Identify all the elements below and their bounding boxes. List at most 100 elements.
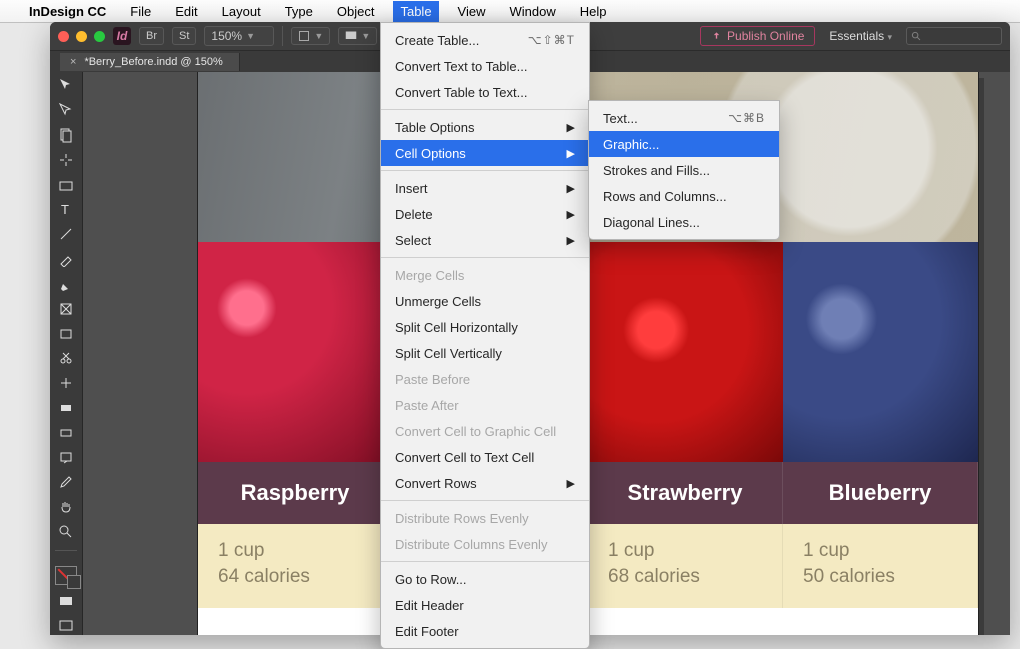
menu-item-label: Merge Cells <box>395 268 464 283</box>
maximize-button[interactable] <box>94 31 105 42</box>
view-options-button[interactable]: ▼ <box>291 27 330 45</box>
table-header-cell[interactable]: Strawberry <box>588 462 783 524</box>
close-tab-icon[interactable]: × <box>70 56 76 68</box>
type-tool[interactable]: T <box>53 200 79 219</box>
rectangle-tool[interactable] <box>53 324 79 343</box>
search-icon <box>911 31 922 42</box>
menu-item-label: Graphic... <box>603 137 659 152</box>
menu-separator <box>381 500 589 501</box>
chevron-down-icon: ▾ <box>887 32 892 42</box>
menu-item-label: Edit Footer <box>395 624 459 639</box>
menu-shortcut: ⌥⌘B <box>728 111 765 125</box>
content-collector-tool[interactable] <box>53 175 79 194</box>
menu-item-label: Text... <box>603 111 638 126</box>
cell-options-submenu: Text... ⌥⌘B Graphic... Strokes and Fills...… <box>588 100 780 240</box>
menu-item-label: Split Cell Vertically <box>395 346 502 361</box>
menu-item-label: Split Cell Horizontally <box>395 320 518 335</box>
menu-table[interactable]: Table <box>393 1 438 22</box>
direct-selection-tool[interactable] <box>53 101 79 120</box>
menu-item-label: Table Options <box>395 120 475 135</box>
table-header-cell[interactable]: Blueberry <box>783 462 978 524</box>
menu-item: Distribute Rows Evenly <box>381 505 589 531</box>
note-tool[interactable] <box>53 448 79 467</box>
color-apply-button[interactable] <box>53 591 79 610</box>
menu-item[interactable]: Edit Footer <box>381 618 589 644</box>
zoom-value: 150% <box>211 29 242 43</box>
menu-item-label: Paste After <box>395 398 459 413</box>
selection-tool[interactable] <box>53 76 79 95</box>
zoom-tool[interactable] <box>53 523 79 542</box>
document-tab-label: *Berry_Before.indd @ 150% <box>84 56 222 68</box>
menu-item[interactable]: Edit Header <box>381 592 589 618</box>
menu-object[interactable]: Object <box>332 2 380 21</box>
submenu-arrow-icon: ▶ <box>567 477 575 490</box>
menu-item-label: Go to Row... <box>395 572 467 587</box>
screen-icon <box>345 30 357 42</box>
menu-edit[interactable]: Edit <box>170 2 202 21</box>
menu-type[interactable]: Type <box>280 2 318 21</box>
menu-item[interactable]: Cell Options▶ <box>381 140 589 166</box>
minimize-button[interactable] <box>76 31 87 42</box>
menu-item[interactable]: Rows and Columns... <box>589 183 779 209</box>
menu-file[interactable]: File <box>125 2 156 21</box>
pen-tool[interactable] <box>53 250 79 269</box>
menu-item[interactable]: Convert Cell to Text Cell <box>381 444 589 470</box>
menu-layout[interactable]: Layout <box>217 2 266 21</box>
serving-value: 1 cup <box>218 538 372 564</box>
screen-mode-button[interactable]: ▼ <box>338 27 377 45</box>
gradient-feather-tool[interactable] <box>53 423 79 442</box>
menu-item-label: Insert <box>395 181 428 196</box>
document-tab[interactable]: × *Berry_Before.indd @ 150% <box>60 53 240 71</box>
menu-item[interactable]: Insert▶ <box>381 175 589 201</box>
free-transform-tool[interactable] <box>53 374 79 393</box>
menu-item[interactable]: Graphic... <box>589 131 779 157</box>
menu-item[interactable]: Create Table...⌥⇧⌘T <box>381 27 589 53</box>
calories-value: 64 calories <box>218 564 372 590</box>
table-cell[interactable]: 1 cup 68 calories <box>588 524 783 608</box>
menu-item[interactable]: Split Cell Vertically <box>381 340 589 366</box>
menu-item[interactable]: Convert Rows▶ <box>381 470 589 496</box>
hand-tool[interactable] <box>53 498 79 517</box>
screen-mode-tool[interactable] <box>53 616 79 635</box>
table-cell[interactable]: 1 cup 50 calories <box>783 524 978 608</box>
pencil-tool[interactable] <box>53 275 79 294</box>
gradient-swatch-tool[interactable] <box>53 399 79 418</box>
scissors-tool[interactable] <box>53 349 79 368</box>
publish-online-button[interactable]: Publish Online <box>700 26 815 46</box>
stock-button[interactable]: St <box>172 27 196 45</box>
line-tool[interactable] <box>53 225 79 244</box>
image-blueberry <box>783 242 978 462</box>
fill-stroke-swatch[interactable] <box>55 566 77 585</box>
menu-item-label: Convert Cell to Text Cell <box>395 450 534 465</box>
table-cell[interactable]: 1 cup 64 calories <box>198 524 393 608</box>
menu-item[interactable]: Text... ⌥⌘B <box>589 105 779 131</box>
rectangle-frame-tool[interactable] <box>53 299 79 318</box>
menu-view[interactable]: View <box>453 2 491 21</box>
eyedropper-tool[interactable] <box>53 473 79 492</box>
menu-item[interactable]: Convert Table to Text... <box>381 79 589 105</box>
menu-item[interactable]: Delete▶ <box>381 201 589 227</box>
search-input[interactable] <box>906 27 1002 45</box>
chevron-down-icon: ▼ <box>361 31 370 41</box>
menu-item[interactable]: Diagonal Lines... <box>589 209 779 235</box>
menu-item[interactable]: Strokes and Fills... <box>589 157 779 183</box>
workspace-switcher[interactable]: Essentials ▾ <box>829 29 892 43</box>
menu-separator <box>381 257 589 258</box>
bridge-button[interactable]: Br <box>139 27 164 45</box>
menu-item[interactable]: Convert Text to Table... <box>381 53 589 79</box>
menu-item[interactable]: Table Options▶ <box>381 114 589 140</box>
menu-item[interactable]: Unmerge Cells <box>381 288 589 314</box>
zoom-level[interactable]: 150% ▼ <box>204 26 274 46</box>
menu-help[interactable]: Help <box>575 2 612 21</box>
window-controls <box>58 31 105 42</box>
close-button[interactable] <box>58 31 69 42</box>
gap-tool[interactable] <box>53 150 79 169</box>
table-header-cell[interactable]: Raspberry <box>198 462 393 524</box>
page-tool[interactable] <box>53 126 79 145</box>
menu-app[interactable]: InDesign CC <box>24 2 111 21</box>
image-strawberry <box>588 242 783 462</box>
menu-window[interactable]: Window <box>505 2 561 21</box>
menu-item[interactable]: Split Cell Horizontally <box>381 314 589 340</box>
menu-item[interactable]: Go to Row... <box>381 566 589 592</box>
menu-item[interactable]: Select▶ <box>381 227 589 253</box>
